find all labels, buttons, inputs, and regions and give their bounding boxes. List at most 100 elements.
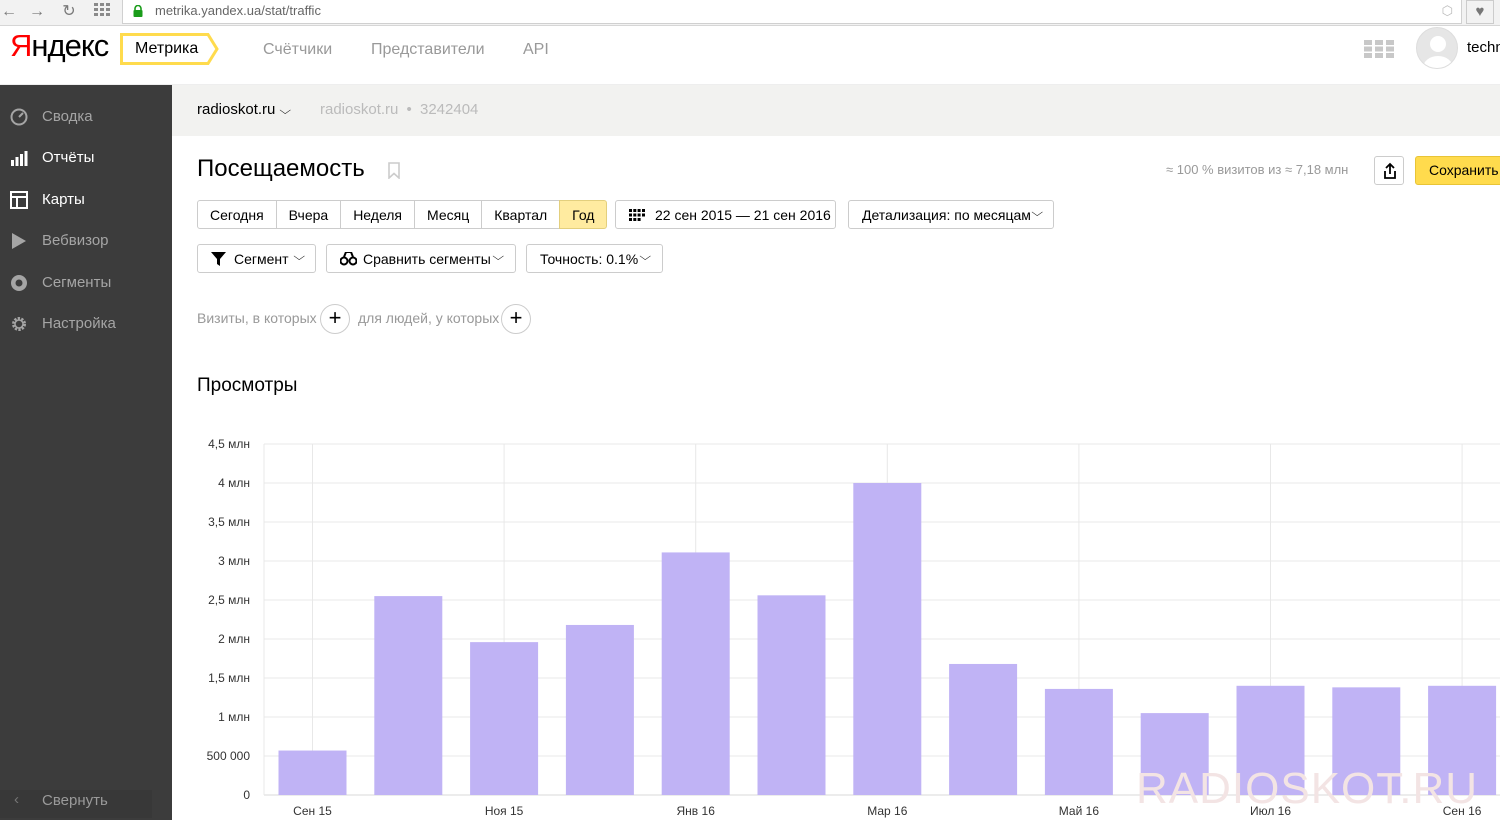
x-tick-label: Май 16 [1059,804,1100,818]
chevron-down-icon: ⌵ [639,251,652,263]
plus-icon: + [509,305,523,330]
period-today[interactable]: Сегодня [197,200,277,229]
map-icon [10,191,28,209]
reload-icon[interactable]: ↻ [60,3,78,21]
detail-select[interactable]: Детализация: по месяцам ⌵ [848,200,1054,229]
date-range-label: 22 сен 2015 — 21 сен 2016 [655,207,831,223]
yandex-logo[interactable]: Яндекс [10,28,109,64]
chart-svg: 0 500 000 1 млн 1,5 млн 2 млн 2,5 млн 3 млн 3,5… [207,437,1500,818]
browser-toolbar: ← → ↻ metrika.yandex.ua/stat/traffic ⬡ ♥ [0,0,1500,26]
bar-Мар 16[interactable] [853,483,922,795]
gear-icon [12,317,26,331]
period-quarter[interactable]: Квартал [481,200,561,229]
sidebar-item-webvisor[interactable]: Вебвизор [0,221,172,261]
bar-Апр 16[interactable] [949,663,1018,795]
x-tick-label: Мар 16 [867,804,907,818]
y-tick-label: 4,5 млн [208,437,250,451]
period-week[interactable]: Неделя [340,200,416,229]
y-tick-label: 3,5 млн [208,515,250,529]
metrika-tab-label: Метрика [135,40,199,57]
chevron-down-icon: ⌵ [279,105,292,117]
filter-people-label: для людей, у которых [358,310,500,326]
forward-icon[interactable]: → [28,3,46,21]
apps-grid-icon[interactable] [93,3,111,21]
y-tick-label: 500 000 [207,749,251,763]
sidebar-item-reports[interactable]: Отчёты [0,138,172,178]
y-tick-label: 4 млн [218,476,250,490]
compare-segments-button[interactable]: Сравнить сегменты ⌵ [326,244,516,273]
back-icon[interactable]: ← [0,3,18,21]
y-tick-label: 2 млн [218,632,250,646]
sidebar-item-label: Вебвизор [42,232,109,249]
bar-Фев 16[interactable] [757,595,826,795]
period-selector: Сегодня Вчера Неделя Месяц Квартал Год [197,200,608,229]
save-button[interactable]: Сохранить [1415,156,1500,185]
chevron-left-icon: ‹ [14,791,19,808]
sidebar-item-segments[interactable]: Сегменты [0,263,172,303]
segment-label: Сегмент [234,251,289,267]
y-tick-label: 1,5 млн [208,671,250,685]
filter-icon [211,252,226,266]
sidebar-item-settings[interactable]: Настройка [0,304,172,344]
site-select[interactable]: radioskot.ru ⌵ [197,101,292,118]
add-visit-condition-button[interactable]: + [320,304,350,334]
y-tick-label: 2,5 млн [208,593,250,607]
nav-counters[interactable]: Счётчики [263,41,332,59]
sidebar-collapse-label: Свернуть [42,792,108,809]
bar-Окт 15[interactable] [374,596,443,795]
avatar[interactable] [1416,27,1458,69]
counter-info: radioskot.ru • 3242404 [320,101,479,118]
url-text: metrika.yandex.ua/stat/traffic [155,3,321,18]
date-range-picker[interactable]: 22 сен 2015 — 21 сен 2016 [615,200,836,229]
add-people-condition-button[interactable]: + [501,304,531,334]
x-tick-label: Ноя 15 [485,804,524,818]
counter-bar: radioskot.ru ⌵ radioskot.ru • 3242404 [172,85,1500,136]
pageviews-chart: 0 500 000 1 млн 1,5 млн 2 млн 2,5 млн 3 млн 3,5… [190,430,1500,820]
address-bar[interactable]: metrika.yandex.ua/stat/traffic ⬡ [122,0,1462,24]
sidebar-item-label: Настройка [42,315,116,332]
page-title: Посещаемость [197,155,365,182]
accuracy-select[interactable]: Точность: 0.1% ⌵ [526,244,663,273]
period-month[interactable]: Месяц [414,200,483,229]
sidebar-item-maps[interactable]: Карты [0,180,172,220]
period-yesterday[interactable]: Вчера [275,200,342,229]
plus-icon: + [328,305,342,330]
lock-icon [133,5,143,17]
bar-chart-icon [11,151,28,166]
filter-visits-label: Визиты, в которых [197,310,317,326]
play-icon [12,233,26,249]
segment-icon [11,275,27,291]
visits-note: ≈ 100 % визитов из ≈ 7,18 млн [1166,162,1349,177]
favorite-heart-icon[interactable]: ♥ [1466,0,1494,24]
top-header: Яндекс Метрика Счётчики Представители AP… [0,26,1500,85]
detail-label: Детализация: по месяцам [862,207,1031,223]
sidebar-item-label: Сводка [42,108,93,125]
period-year[interactable]: Год [559,200,608,229]
compare-icon [340,252,357,266]
bar-Май 16[interactable] [1044,688,1113,795]
user-login[interactable]: techn [1467,39,1500,56]
shield-icon[interactable]: ⬡ [1442,3,1453,19]
chart-section-title: Просмотры [197,375,298,396]
bar-Дек 15[interactable] [565,624,634,795]
metrika-tab[interactable]: Метрика [120,33,220,65]
sidebar-item-label: Отчёты [42,149,95,166]
services-grid-icon[interactable] [1364,40,1394,58]
export-button[interactable] [1374,156,1404,185]
export-icon [1384,162,1396,179]
bar-Сен 15[interactable] [278,750,347,795]
sidebar-item-label: Сегменты [42,274,112,291]
gauge-icon [10,108,28,126]
sidebar-item-label: Карты [42,191,85,208]
sidebar: Сводка Отчёты Карты Вебвизор Сегменты На… [0,85,172,820]
sidebar-item-summary[interactable]: Сводка [0,97,172,137]
calendar-icon [629,209,645,221]
nav-api[interactable]: API [523,41,549,59]
bar-Ноя 15[interactable] [470,642,539,795]
bar-Янв 16[interactable] [661,552,730,795]
y-tick-label: 3 млн [218,554,250,568]
segment-button[interactable]: Сегмент ⌵ [197,244,316,273]
nav-representatives[interactable]: Представители [371,41,485,59]
bookmark-icon[interactable] [388,162,400,179]
sidebar-collapse-button[interactable]: ‹ Свернуть [0,790,152,818]
